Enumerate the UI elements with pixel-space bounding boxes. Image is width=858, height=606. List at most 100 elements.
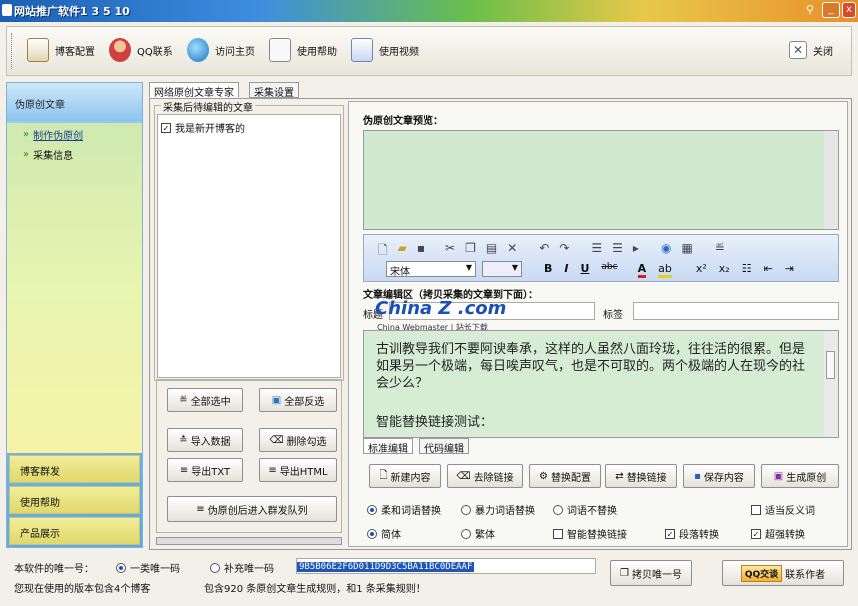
contact-author-button[interactable]: QQ交谈 联系作者 <box>722 560 844 586</box>
table-icon[interactable]: ▦ <box>681 241 692 262</box>
copy-icon: ❐ <box>620 567 629 579</box>
invert-select-button[interactable]: ▣ 全部反选 <box>259 388 337 412</box>
new-content-button[interactable]: 🗋 新建内容 <box>369 464 441 488</box>
copy-icon[interactable]: ❐ <box>465 241 476 262</box>
radio[interactable] <box>116 562 126 573</box>
list-icon[interactable]: ☷ <box>742 262 752 278</box>
option-para[interactable]: ✓ 段落转换 <box>665 526 719 541</box>
select-all-button[interactable]: ≝ 全部选中 <box>167 388 243 412</box>
option-smart-link[interactable]: 智能替换链接 <box>553 526 627 541</box>
new-doc-icon[interactable]: 🗋 <box>378 241 388 262</box>
font-select[interactable]: 宋体 ▼ <box>386 261 476 278</box>
special-icon[interactable]: ≝ <box>715 241 725 262</box>
toolbar-close-button[interactable]: ✕ 关闭 <box>789 35 833 65</box>
sidebar-item-collect[interactable]: » 采集信息 <box>23 147 73 162</box>
radio-class1[interactable]: 一类唯一码 <box>116 560 180 575</box>
indent-icon[interactable]: ⇥ <box>785 262 794 278</box>
remove-links-button[interactable]: ⌫ 去除链接 <box>447 464 523 488</box>
tag-input[interactable] <box>633 302 839 320</box>
sidebar-help[interactable]: 使用帮助 <box>9 486 140 514</box>
help-button[interactable]: 使用帮助 <box>269 35 337 65</box>
content-text-2: 智能替换链接测试： <box>376 415 494 430</box>
option-antonym[interactable]: 适当反义词 <box>751 502 815 517</box>
collected-group: 采集后待编辑的文章 ✓ 我是新开博客的 <box>154 99 344 381</box>
content-text: 古训教导我们不要阿谀奉承，这样的人虽然八面玲珑，往往活的很累。但是如果另一个极端… <box>376 342 806 391</box>
option-soft[interactable]: 柔和词语替换 <box>367 502 441 517</box>
underline-icon[interactable]: U <box>580 262 589 278</box>
checkbox[interactable]: ✓ <box>751 528 761 539</box>
import-button[interactable]: ≛ 导入数据 <box>167 428 243 452</box>
save-content-button[interactable]: ▪ 保存内容 <box>683 464 755 488</box>
cut-icon[interactable]: ✂ <box>445 241 455 262</box>
align-icon[interactable]: ☰ <box>591 241 602 262</box>
delete-icon[interactable]: ✕ <box>507 241 517 262</box>
radio[interactable] <box>367 504 377 515</box>
checkbox[interactable]: ✓ <box>665 528 675 539</box>
delete-checked-button[interactable]: ⌫ 删除勾选 <box>259 428 337 452</box>
close-window-button[interactable]: x <box>842 2 856 18</box>
preview-area[interactable] <box>363 130 839 230</box>
paste-icon[interactable]: ▤ <box>486 241 497 262</box>
export-html-button[interactable]: ≡ 导出HTML <box>259 458 337 482</box>
link-icon[interactable]: ◉ <box>661 241 671 262</box>
tab-collect-settings[interactable]: 采集设置 <box>249 82 299 99</box>
open-icon[interactable]: ▰ <box>398 241 407 262</box>
video-button[interactable]: 使用视频 <box>351 35 419 65</box>
generate-button[interactable]: ▣ 生成原创 <box>761 464 839 488</box>
font-color-icon[interactable]: A <box>637 262 647 278</box>
checkbox[interactable]: ✓ <box>161 122 171 133</box>
list-item[interactable]: ✓ 我是新开博客的 <box>161 120 245 135</box>
replace-config-button[interactable]: ⚙ 替换配置 <box>529 464 601 488</box>
option-violent[interactable]: 暴力词语替换 <box>461 502 535 517</box>
pin-icon[interactable]: ⚲ <box>806 3 814 16</box>
subscript-icon[interactable]: x₂ <box>719 262 730 278</box>
export-txt-button[interactable]: ≡ 导出TXT <box>167 458 243 482</box>
radio[interactable] <box>461 528 471 539</box>
main-frame: 采集后待编辑的文章 ✓ 我是新开博客的 ≝ 全部选中 ▣ 全部反选 ≛ 导入数据 ⌫ 删… <box>149 98 852 550</box>
italic-icon[interactable]: I <box>564 262 568 278</box>
content-editor[interactable]: 古训教导我们不要阿谀奉承，这样的人虽然八面玲珑，往往活的很累。但是如果另一个极端… <box>363 330 839 438</box>
radio[interactable] <box>210 562 220 573</box>
undo-icon[interactable]: ↶ <box>539 241 549 262</box>
save-icon[interactable]: ▪ <box>417 241 425 262</box>
blog-config-button[interactable]: 博客配置 <box>27 35 95 65</box>
minimize-button[interactable]: _ <box>822 2 840 18</box>
option-none[interactable]: 词语不替换 <box>553 502 617 517</box>
option-super[interactable]: ✓ 超强转换 <box>751 526 805 541</box>
outdent-icon[interactable]: ⇤ <box>764 262 773 278</box>
visit-home-button[interactable]: 访问主页 <box>187 35 255 65</box>
globe-icon <box>187 38 209 62</box>
tab-standard-edit[interactable]: 标准编辑 <box>363 438 413 455</box>
qq-contact-button[interactable]: QQ联系 <box>109 35 173 65</box>
queue-icon: ≡ <box>196 503 205 515</box>
sidebar-products[interactable]: 产品展示 <box>9 517 140 545</box>
align-left-icon[interactable]: ☰ <box>612 241 623 262</box>
radio[interactable] <box>553 504 563 515</box>
tab-code-edit[interactable]: 代码编辑 <box>419 438 469 455</box>
tab-original-expert[interactable]: 网络原创文章专家 <box>149 82 239 99</box>
radio-supplement[interactable]: 补充唯一码 <box>210 560 274 575</box>
replace-links-button[interactable]: ⇄ 替换链接 <box>605 464 677 488</box>
option-simplified[interactable]: 简体 <box>367 526 401 541</box>
window-title: 网站推广软件1 3 5 10 <box>14 5 130 18</box>
content-scrollbar[interactable] <box>824 331 838 437</box>
unique-code-field[interactable]: 9B5B06E2F6D011D9D3C5BA11BC0DEAAF <box>296 558 596 574</box>
more-icon[interactable]: ▸ <box>633 241 639 262</box>
sidebar-item-make-pseudo[interactable]: » 制作伪原创 <box>23 127 83 142</box>
queue-button[interactable]: ≡ 伪原创后进入群发队列 <box>167 496 337 522</box>
highlight-icon[interactable]: ab <box>658 262 672 278</box>
checkbox[interactable] <box>751 504 761 515</box>
radio[interactable] <box>461 504 471 515</box>
document-icon <box>27 38 49 62</box>
sidebar-blog-mass[interactable]: 博客群发 <box>9 455 140 483</box>
radio[interactable] <box>367 528 377 539</box>
size-select[interactable]: ▼ <box>482 261 522 277</box>
copy-id-button[interactable]: ❐ 拷贝唯一号 <box>610 560 692 586</box>
strike-icon[interactable]: abc <box>601 262 617 278</box>
superscript-icon[interactable]: x² <box>696 262 707 278</box>
redo-icon[interactable]: ↷ <box>559 241 569 262</box>
checkbox[interactable] <box>553 528 563 539</box>
preview-scrollbar[interactable] <box>824 131 838 229</box>
bold-icon[interactable]: B <box>544 262 552 278</box>
option-traditional[interactable]: 繁体 <box>461 526 495 541</box>
